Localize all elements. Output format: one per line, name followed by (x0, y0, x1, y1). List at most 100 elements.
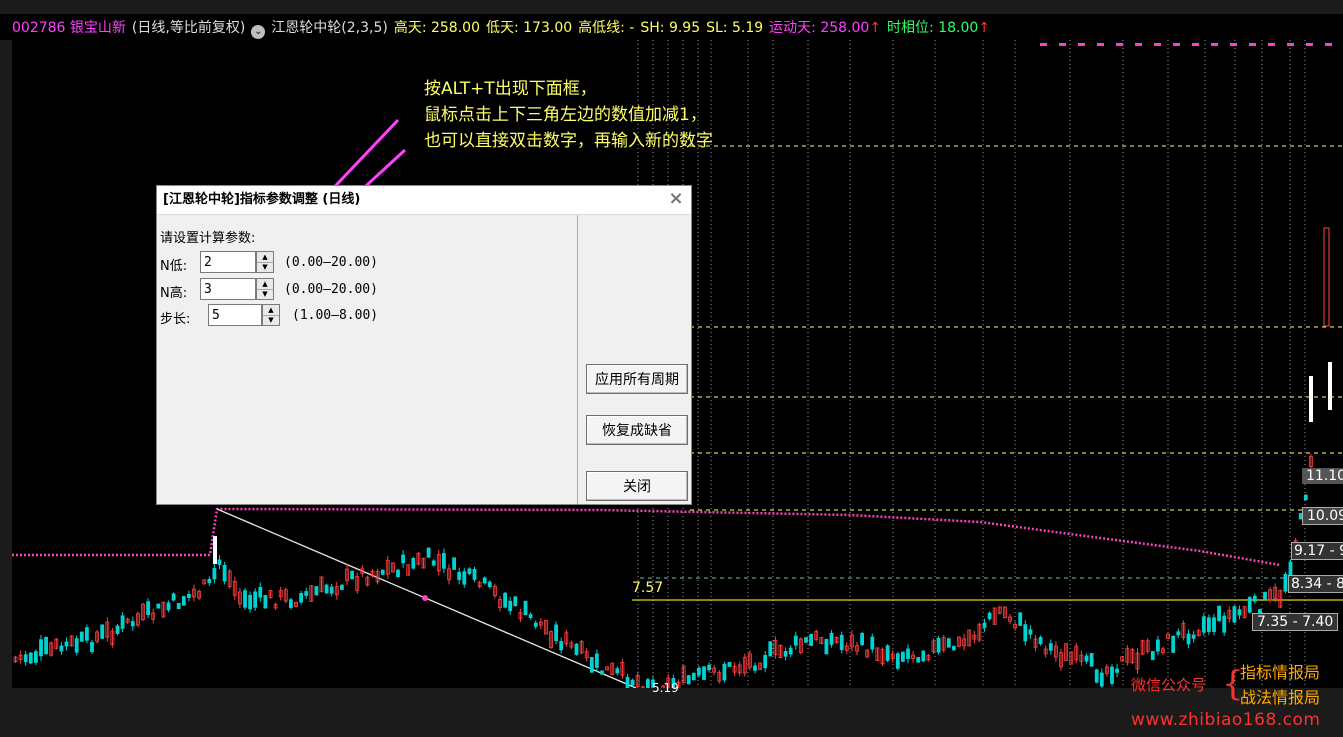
dialog-close-icon[interactable]: × (665, 189, 687, 211)
instruction-annotation: 按ALT+T出现下面框， 鼠标点击上下三角左边的数值加减1， 也可以直接双击数字… (424, 76, 713, 154)
candle-body (457, 571, 462, 580)
stock-code-name[interactable]: 002786 银宝山新 (12, 20, 126, 36)
candle-body (1309, 376, 1313, 422)
candle-body (186, 593, 191, 598)
candle-body (253, 591, 258, 608)
candle-body (39, 639, 43, 657)
param-label-n-low: N低: (160, 259, 188, 274)
candle-body (1201, 616, 1206, 633)
top-marker (1116, 43, 1123, 46)
restore-default-button[interactable]: 恢复成缺省 (586, 415, 688, 445)
candle-body (574, 643, 579, 655)
candle-body (1191, 634, 1196, 639)
candle-body (630, 679, 635, 686)
candle-body (1303, 494, 1308, 501)
top-marker (1325, 43, 1332, 46)
spin-down-icon[interactable]: ▼ (257, 289, 273, 299)
indicator-dropdown-icon[interactable]: ⌄ (251, 25, 266, 39)
candle-body (176, 602, 181, 610)
spin-down-icon[interactable]: ▼ (257, 262, 273, 272)
candle-body (324, 584, 329, 594)
candle-body (788, 647, 793, 655)
sh-value: SH: 9.95 (640, 20, 701, 36)
watermark-wechat: 微信公众号 (1131, 676, 1207, 694)
price-label-bottom: 5.19 (652, 681, 679, 695)
candle-body (426, 547, 431, 558)
top-marker (1097, 43, 1104, 46)
annotation-line-2: 鼠标点击上下三角左边的数值加减1， (424, 105, 707, 125)
candle-body (23, 654, 28, 663)
candle-body (263, 595, 268, 609)
candle-body (1171, 635, 1176, 653)
top-marker (1287, 43, 1294, 46)
candle-body (329, 586, 334, 594)
candle-body (707, 664, 711, 671)
candle-body (503, 592, 508, 608)
candle-body (1263, 591, 1267, 601)
chart-header: 002786 银宝山新 (日线,等比前复权) ⌄ 江恩轮中轮(2,3,5) 高天: 25… (12, 17, 996, 39)
candle-body (85, 627, 89, 641)
candle-body (1089, 653, 1094, 667)
candle-body (1048, 643, 1053, 651)
up-arrow-icon: ↑ (978, 20, 991, 36)
candle-body (304, 591, 309, 596)
candle-body (1252, 595, 1257, 602)
top-marker (1268, 43, 1275, 46)
high-days: 高天: 258.00 (393, 20, 480, 36)
dialog-title: [江恩轮中轮]指标参数调整 (日线) (163, 192, 361, 207)
candle-body (697, 667, 701, 676)
high-low-line: 高低线: - (578, 20, 635, 36)
candle-body (1115, 668, 1119, 673)
n-high-spinner[interactable]: ▲ ▼ (256, 278, 274, 300)
watermark-site: www.zhibiao168.com (1131, 710, 1321, 730)
candle-body (783, 651, 788, 657)
candle-body (508, 600, 513, 612)
candle-body (824, 638, 829, 655)
candle-body (1232, 606, 1237, 623)
candle-body (452, 557, 457, 570)
candle-body (753, 665, 757, 671)
candle-body (809, 633, 813, 646)
candle-body (44, 636, 48, 655)
candle-body (396, 569, 400, 578)
spin-down-icon[interactable]: ▼ (263, 315, 279, 325)
candle-body (1328, 362, 1332, 410)
candle-body (982, 622, 987, 628)
candle-body (411, 558, 416, 569)
candle-body (380, 569, 385, 575)
candle-body (59, 645, 64, 652)
dialog-titlebar[interactable]: [江恩轮中轮]指标参数调整 (日线) × (157, 186, 691, 215)
candle-body (600, 670, 604, 675)
apply-all-periods-button[interactable]: 应用所有周期 (586, 364, 688, 394)
close-button[interactable]: 关闭 (586, 471, 688, 501)
param-range-n-low: (0.00—20.00) (284, 255, 378, 270)
candle-body (34, 651, 38, 663)
candle-body (212, 567, 217, 580)
price-label-917: 9.17 - 9 (1291, 542, 1343, 560)
candle-body (243, 590, 247, 608)
candle-body (1023, 624, 1028, 642)
step-spinner[interactable]: ▲ ▼ (262, 304, 280, 326)
candle-body (1288, 561, 1293, 576)
candle-body (946, 638, 951, 648)
n-low-input[interactable] (200, 251, 256, 273)
candle-body (829, 632, 834, 645)
param-range-n-high: (0.00—20.00) (284, 282, 378, 297)
candle-body (763, 655, 768, 669)
n-high-input[interactable] (200, 278, 256, 300)
top-marker (1154, 43, 1161, 46)
price-label-834: 8.34 - 8 (1288, 575, 1343, 593)
step-input[interactable] (208, 304, 262, 326)
n-low-spinner[interactable]: ▲ ▼ (256, 251, 274, 273)
candle-body (1217, 605, 1221, 621)
candle-body (472, 569, 477, 580)
top-marker (1040, 43, 1047, 46)
candle-body (589, 657, 594, 673)
candle-body (1237, 609, 1242, 616)
candle-body (222, 564, 227, 582)
indicator-name[interactable]: 江恩轮中轮(2,3,5) (271, 20, 388, 36)
candle-body (171, 593, 176, 601)
candle-body (482, 577, 487, 584)
price-label-735: 7.35 - 7.40 (1252, 613, 1339, 631)
candle-body (431, 560, 436, 566)
